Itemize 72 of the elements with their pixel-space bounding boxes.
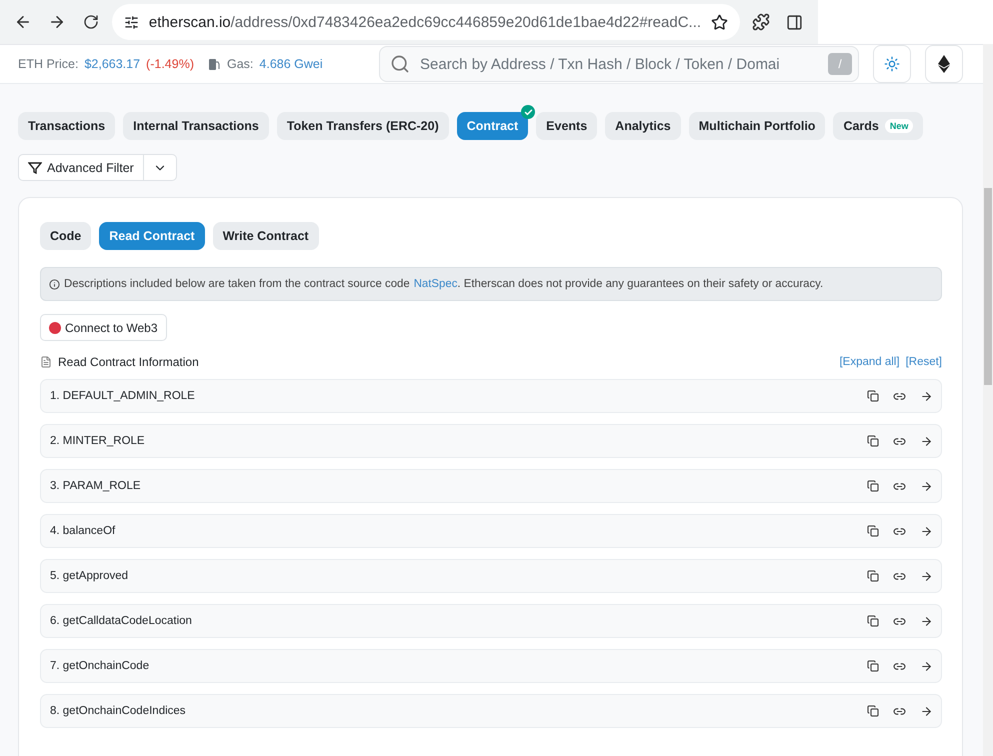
arrow-right-icon[interactable]	[920, 434, 933, 448]
function-name: 3. PARAM_ROLE	[50, 480, 142, 492]
subtab[interactable]: Code	[40, 222, 92, 250]
reload-icon[interactable]	[82, 14, 99, 30]
theme-toggle-button[interactable]	[873, 45, 911, 83]
copy-icon[interactable]	[867, 705, 879, 717]
sun-icon	[884, 56, 900, 72]
tab[interactable]: Token Transfers (ERC-20)	[276, 112, 449, 140]
function-name: 5. getApproved	[50, 570, 130, 582]
scrollbar[interactable]	[983, 44, 993, 756]
function-row[interactable]: 3. PARAM_ROLE	[40, 469, 942, 503]
function-row[interactable]: 5. getApproved	[40, 559, 942, 593]
function-row[interactable]: 2. MINTER_ROLE	[40, 424, 942, 458]
tab[interactable]: Multichain Portfolio	[688, 112, 826, 140]
filter-icon	[28, 162, 42, 174]
subtab[interactable]: Write Contract	[212, 222, 319, 250]
function-name: 2. MINTER_ROLE	[50, 435, 146, 447]
search-field[interactable]: Search by Address / Txn Hash / Block / Token / Domai	[418, 54, 820, 74]
fuel-pump-icon	[208, 58, 221, 70]
copy-icon[interactable]	[867, 525, 879, 537]
tab[interactable]: Analytics	[605, 112, 681, 140]
connect-web3-button[interactable]: Connect to Web3	[40, 314, 167, 341]
address-bar[interactable]: etherscan.io/address/0xd7483426ea2edc69cc446859e20d61de1bae4d22#readC...	[112, 4, 740, 40]
function-name: 7. getOnchainCode	[50, 660, 150, 672]
notice-text: Descriptions included below are taken from the contract source code	[64, 278, 410, 290]
function-name: 6. getCalldataCodeLocation	[50, 615, 193, 627]
arrow-right-icon[interactable]	[920, 524, 933, 538]
tab[interactable]: Transactions	[18, 112, 116, 140]
function-row[interactable]: 6. getCalldataCodeLocation	[40, 604, 942, 638]
arrow-right-icon[interactable]	[920, 570, 933, 582]
document-icon	[40, 356, 52, 368]
copy-icon[interactable]	[867, 615, 879, 627]
slash-shortcut-key: /	[828, 53, 852, 75]
gas-label: Gas:	[226, 57, 254, 71]
tab[interactable]: Events	[536, 112, 598, 140]
arrow-right-icon[interactable]	[920, 660, 933, 672]
section-title: Read Contract Information	[58, 355, 199, 369]
notice-text: . Etherscan does not provide any guarantees on their safety or accuracy.	[457, 278, 824, 290]
copy-icon[interactable]	[867, 435, 879, 447]
function-row[interactable]: 4. balanceOf	[40, 514, 942, 548]
function-name: 4. balanceOf	[50, 525, 116, 537]
copy-icon[interactable]	[867, 390, 879, 402]
tab[interactable]: Cards New	[833, 112, 924, 140]
function-row[interactable]: 8. getOnchainCodeIndices	[40, 694, 942, 728]
new-badge: New	[884, 119, 914, 133]
copy-icon[interactable]	[867, 660, 879, 672]
arrow-right-icon[interactable]	[920, 390, 933, 402]
eth-price[interactable]: $2,663.17	[84, 57, 140, 71]
site-settings-icon[interactable]	[124, 14, 139, 30]
info-icon	[49, 278, 60, 290]
diamond-logo-icon	[938, 55, 950, 73]
subtab[interactable]: Read Contract	[99, 222, 205, 250]
tab[interactable]: Contract	[456, 112, 528, 140]
advanced-filter-button[interactable]: Advanced Filter	[18, 154, 144, 181]
function-name: 8. getOnchainCodeIndices	[50, 705, 187, 717]
arrow-right-icon[interactable]	[920, 614, 933, 628]
copy-icon[interactable]	[867, 480, 879, 492]
tab[interactable]: Internal Transactions	[123, 112, 269, 140]
eth-price-label: ETH Price:	[18, 57, 78, 71]
network-button[interactable]	[925, 45, 963, 83]
action-link[interactable]: [Reset]	[906, 356, 942, 368]
copy-icon[interactable]	[867, 570, 879, 582]
arrow-right-icon[interactable]	[920, 480, 933, 492]
price-change: (-1.49%)	[146, 57, 194, 71]
function-name: 1. DEFAULT_ADMIN_ROLE	[50, 390, 196, 402]
arrow-right-icon[interactable]	[920, 704, 933, 718]
action-link[interactable]: [Expand all]	[839, 356, 900, 368]
function-row[interactable]: 1. DEFAULT_ADMIN_ROLE	[40, 379, 942, 413]
function-row[interactable]: 7. getOnchainCode	[40, 649, 942, 683]
search-icon	[390, 54, 410, 74]
gas-price[interactable]: 4.686 Gwei	[259, 57, 323, 71]
bookmark-star-icon[interactable]	[711, 14, 728, 30]
